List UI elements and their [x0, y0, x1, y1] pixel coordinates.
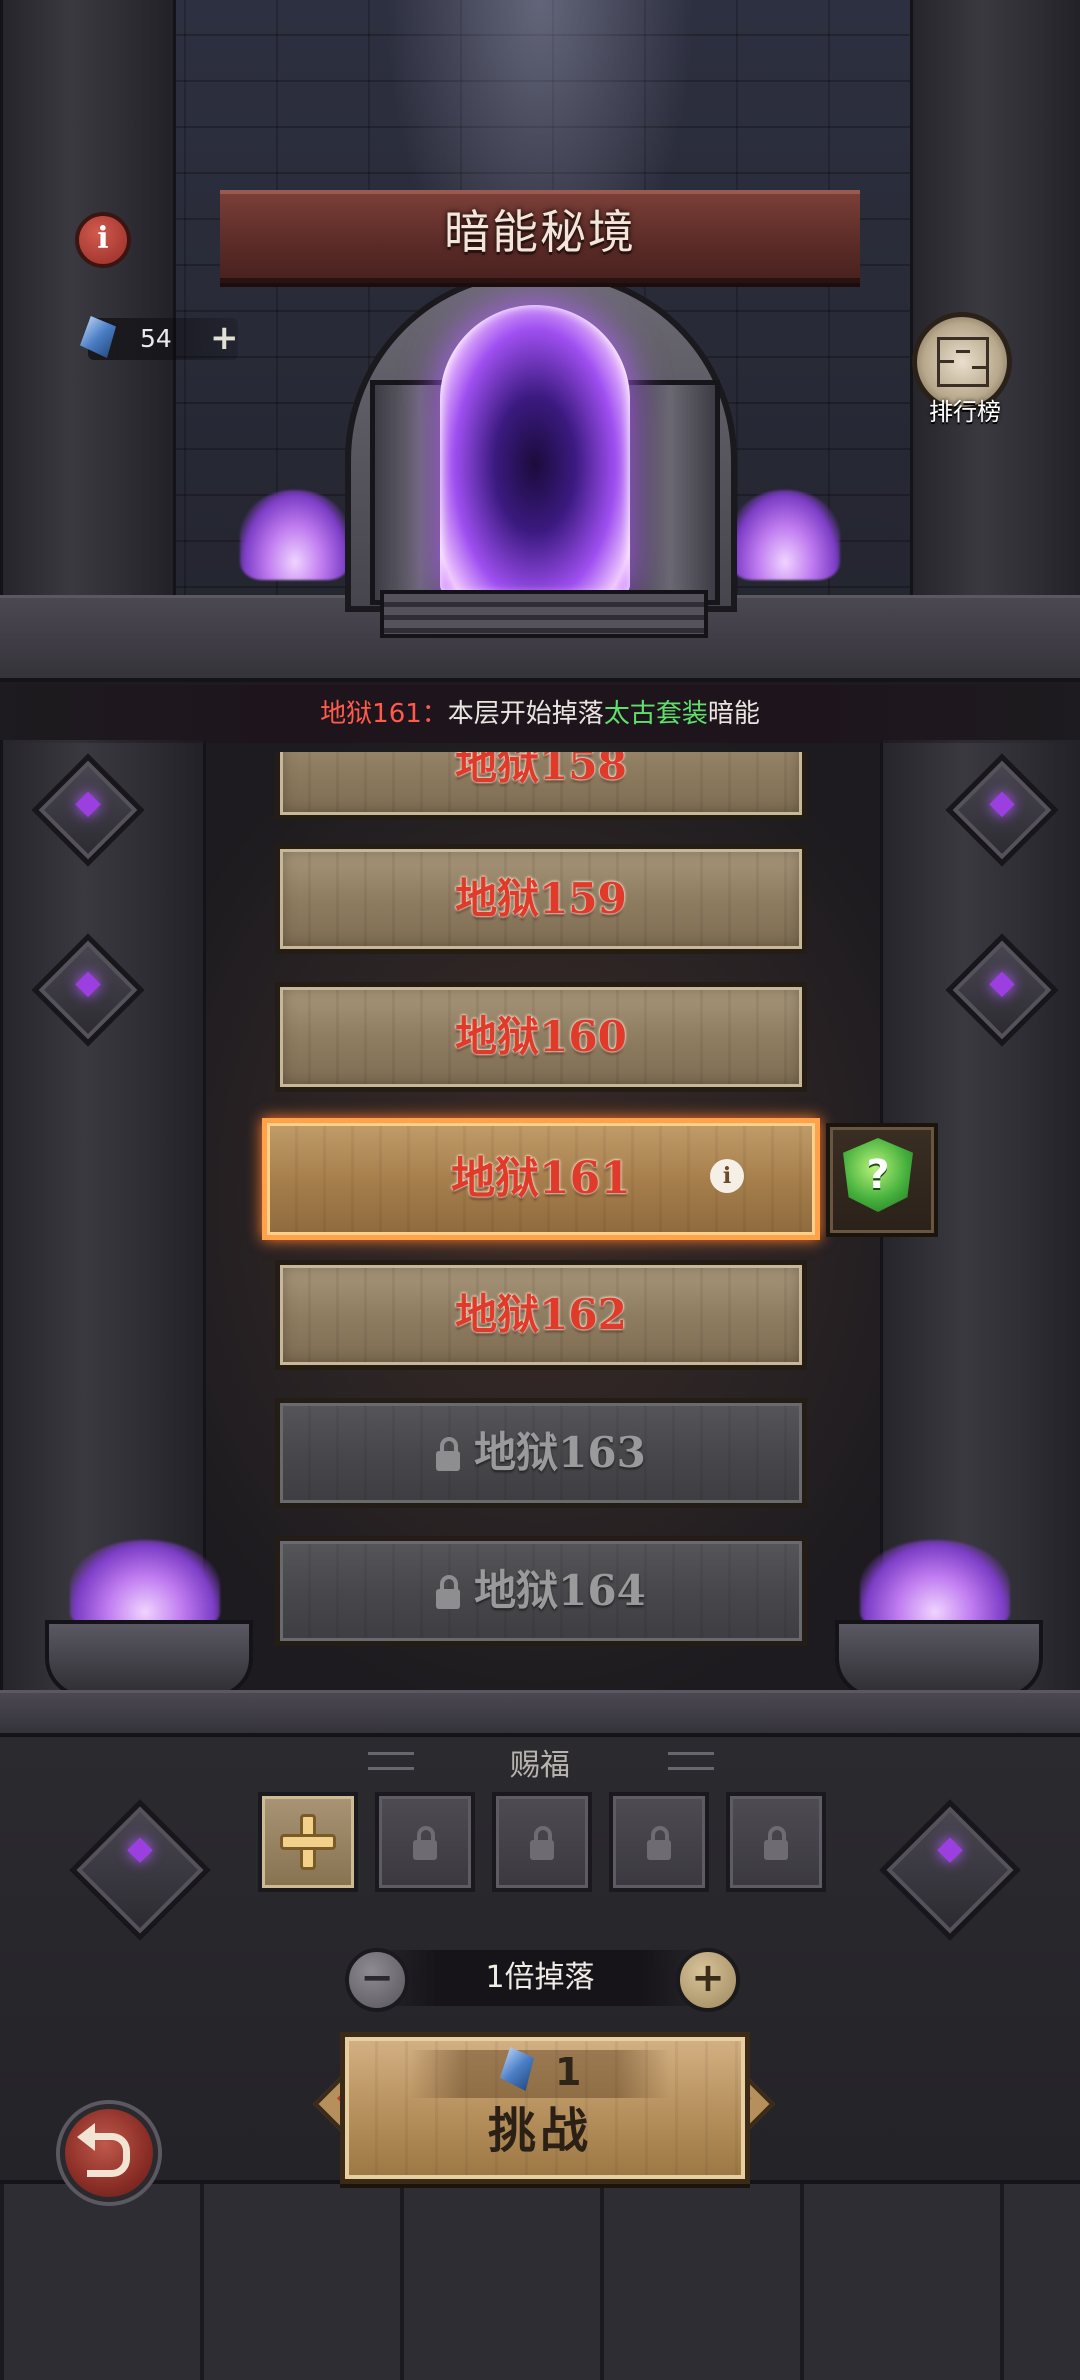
notice-suffix: 暗能	[707, 699, 760, 729]
challenge-label[interactable]: 挑战	[340, 2096, 740, 2166]
challenge-cost-value: 1	[555, 2050, 582, 2094]
page-title: 暗能秘境	[444, 205, 636, 259]
blessing-deco-left	[368, 1752, 414, 1770]
notice-highlight: 太古套装	[603, 699, 708, 729]
lock-icon	[530, 1826, 554, 1860]
lock-icon	[436, 1437, 461, 1471]
notice-middle: 本层开始掉落	[447, 699, 604, 729]
add-currency-button[interactable]: +	[210, 318, 239, 360]
plus-icon	[280, 1814, 336, 1870]
floor-info-icon[interactable]: i	[710, 1159, 744, 1193]
floor-label-text: 地狱163	[474, 1428, 646, 1477]
back-button[interactable]	[60, 2104, 158, 2202]
notice-floor: 地狱161：	[320, 699, 448, 729]
floor-label: 地狱162	[455, 1290, 627, 1339]
info-icon: i	[97, 221, 109, 256]
right-upper-pillar	[910, 0, 1080, 600]
floor-label-locked: 地狱164	[280, 1541, 802, 1641]
floor-label: 地狱159	[455, 874, 627, 923]
blessing-locked-slot[interactable]	[375, 1792, 475, 1892]
lock-icon	[436, 1575, 461, 1609]
challenge-cost	[410, 2050, 670, 2098]
decrease-multiplier-button[interactable]: −	[345, 1948, 409, 2012]
lower-ledge	[0, 1690, 1080, 1737]
notice-text: 地狱161：本层开始掉落太古套装暗能	[0, 685, 1080, 743]
lock-icon	[413, 1826, 437, 1860]
floor-item-158[interactable]: 地狱158	[275, 752, 807, 820]
drop-multiplier-label: 1倍掉落	[485, 1960, 595, 1995]
lock-icon	[647, 1826, 671, 1860]
floor-item-163-locked[interactable]: 地狱163	[275, 1398, 807, 1508]
floor-item-159[interactable]: 地狱159	[275, 844, 807, 954]
floor-item-160[interactable]: 地狱160	[275, 982, 807, 1092]
portal-steps	[380, 590, 708, 638]
lock-icon	[764, 1826, 788, 1860]
blessing-locked-slot[interactable]	[726, 1792, 826, 1892]
blessing-locked-slot[interactable]	[609, 1792, 709, 1892]
dark-portal	[440, 305, 630, 595]
blessing-locked-slot[interactable]	[492, 1792, 592, 1892]
left-upper-pillar	[0, 0, 176, 600]
floor-label: 地狱158	[455, 752, 627, 789]
floor-bricks	[0, 2180, 1080, 2380]
blessing-add-slot[interactable]	[258, 1792, 358, 1892]
increase-multiplier-button[interactable]: +	[676, 1948, 740, 2012]
blessing-deco-right	[668, 1752, 714, 1770]
floor-item-164-locked[interactable]: 地狱164	[275, 1536, 807, 1646]
right-top-brazier-fire	[730, 490, 840, 580]
leaderboard-label[interactable]: 排行榜	[900, 392, 1030, 427]
floor-item-162[interactable]: 地狱162	[275, 1260, 807, 1370]
floor-label: 地狱160	[455, 1012, 627, 1061]
blessing-label: 赐福	[510, 1748, 570, 1783]
floor-label-locked: 地狱163	[280, 1403, 802, 1503]
currency-value: 54	[140, 324, 172, 353]
info-button[interactable]: i	[75, 212, 131, 268]
left-top-brazier-fire	[240, 490, 350, 580]
portal-right-post	[620, 380, 720, 605]
floor-label-text: 地狱164	[474, 1566, 646, 1615]
